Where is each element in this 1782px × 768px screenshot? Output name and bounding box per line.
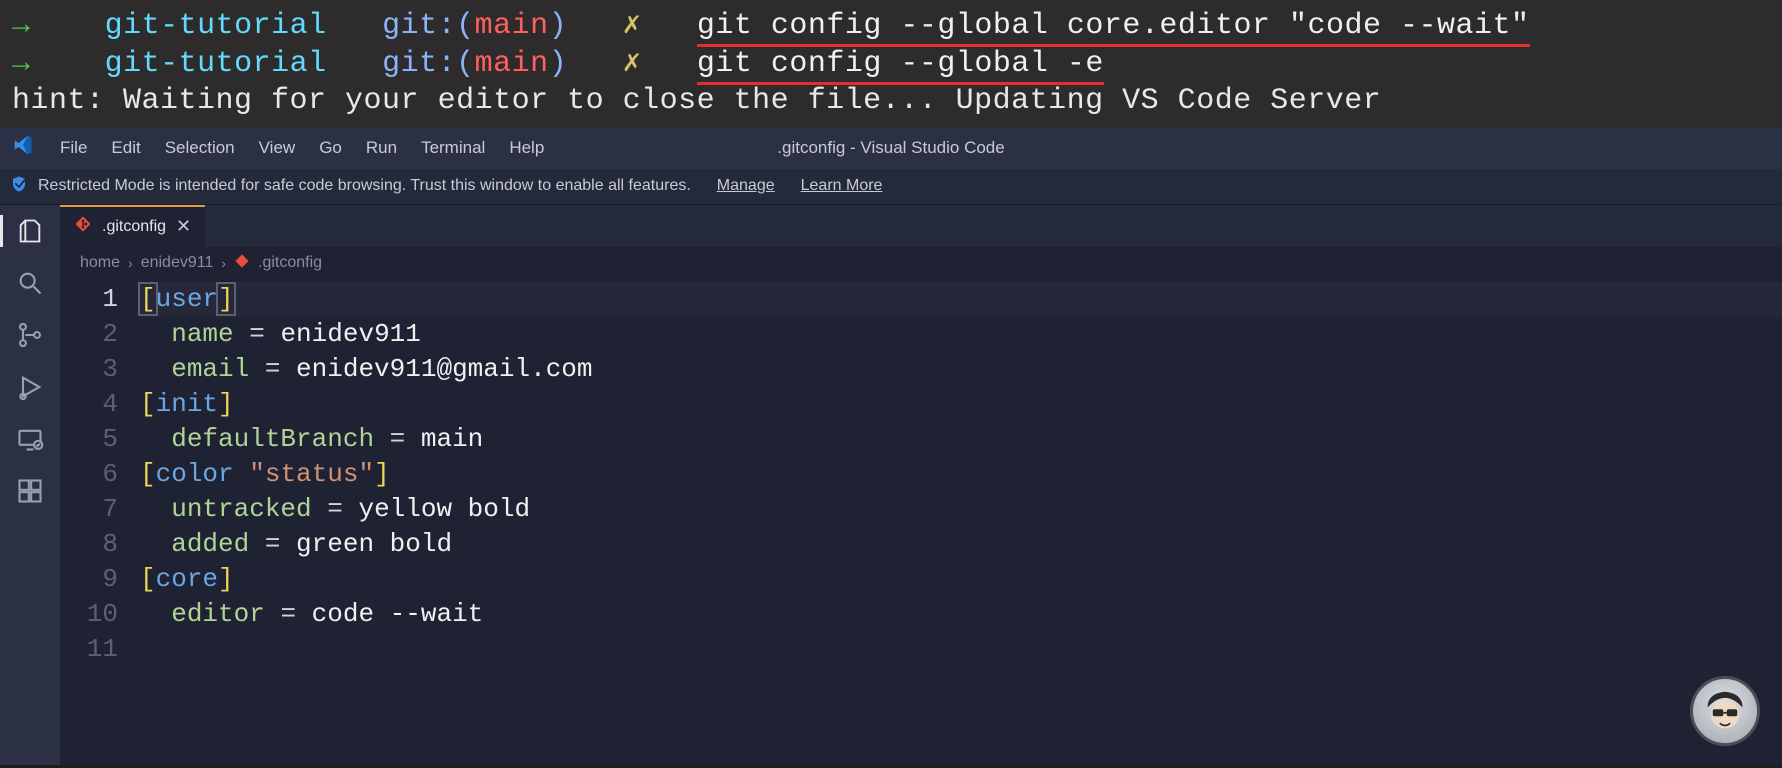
terminal[interactable]: → git-tutorial git:(main) ✗ git config -…	[0, 0, 1782, 127]
close-icon[interactable]: ✕	[176, 216, 191, 237]
run-debug-icon[interactable]	[16, 373, 44, 401]
prompt-branch: main	[475, 47, 549, 81]
tab-label: .gitconfig	[102, 218, 166, 236]
prompt-folder: git-tutorial	[105, 9, 327, 43]
code-line[interactable]: [init]	[140, 387, 1782, 422]
prompt-git-close: )	[549, 47, 568, 81]
breadcrumb[interactable]: home › enidev911 › .gitconfig	[60, 247, 1782, 280]
line-number: 6	[60, 457, 118, 492]
breadcrumb-seg-1[interactable]: enidev911	[141, 254, 214, 272]
prompt-arrow-icon: →	[12, 9, 31, 43]
menu-run[interactable]: Run	[354, 138, 409, 157]
line-number: 5	[60, 422, 118, 457]
chevron-right-icon: ›	[221, 255, 226, 271]
line-number-gutter: 1234567891011	[60, 282, 140, 667]
git-file-icon	[234, 253, 250, 274]
code-line[interactable]: email = enidev911@gmail.com	[140, 352, 1782, 387]
tab-bar: .gitconfig ✕	[60, 205, 1782, 247]
search-icon[interactable]	[16, 269, 44, 297]
line-number: 10	[60, 597, 118, 632]
terminal-command-1: git config --global core.editor "code --…	[697, 9, 1530, 47]
line-number: 11	[60, 632, 118, 667]
line-number: 7	[60, 492, 118, 527]
line-number: 3	[60, 352, 118, 387]
manage-link[interactable]: Manage	[717, 177, 775, 195]
code-line[interactable]: [core]	[140, 562, 1782, 597]
prompt-dirty-icon: ✗	[623, 9, 642, 43]
menu-edit[interactable]: Edit	[99, 138, 152, 157]
learn-more-link[interactable]: Learn More	[801, 177, 883, 195]
code-line[interactable]: untracked = yellow bold	[140, 492, 1782, 527]
menu-go[interactable]: Go	[307, 138, 354, 157]
prompt-git-close: )	[549, 9, 568, 43]
editor-area: .gitconfig ✕ home › enidev911 › .gitconf…	[60, 205, 1782, 765]
activity-bar	[0, 205, 60, 765]
prompt-git-label: git:(	[382, 9, 475, 43]
vscode-titlebar: FileEditSelectionViewGoRunTerminalHelp .…	[0, 127, 1782, 169]
code-line[interactable]: defaultBranch = main	[140, 422, 1782, 457]
banner-text: Restricted Mode is intended for safe cod…	[38, 177, 691, 195]
window-title: .gitconfig - Visual Studio Code	[777, 138, 1004, 158]
line-number: 8	[60, 527, 118, 562]
prompt-dirty-icon: ✗	[623, 47, 642, 81]
avatar[interactable]	[1690, 676, 1760, 746]
menu-file[interactable]: File	[48, 138, 99, 157]
explorer-icon[interactable]	[16, 217, 44, 245]
menubar: FileEditSelectionViewGoRunTerminalHelp	[48, 138, 556, 158]
menu-selection[interactable]: Selection	[153, 138, 247, 157]
restricted-mode-banner: Restricted Mode is intended for safe cod…	[0, 169, 1782, 205]
line-number: 1	[60, 282, 118, 317]
prompt-branch: main	[475, 9, 549, 43]
code-line[interactable]: added = green bold	[140, 527, 1782, 562]
vscode-logo-icon	[12, 134, 34, 161]
terminal-command-2: git config --global -e	[697, 47, 1104, 85]
remote-icon[interactable]	[16, 425, 44, 453]
terminal-line-1: → git-tutorial git:(main) ✗ git config -…	[12, 8, 1770, 46]
code-line[interactable]: [user]	[140, 282, 1782, 317]
vscode-body: .gitconfig ✕ home › enidev911 › .gitconf…	[0, 205, 1782, 765]
prompt-git-label: git:(	[382, 47, 475, 81]
breadcrumb-seg-0[interactable]: home	[80, 254, 120, 272]
line-number: 4	[60, 387, 118, 422]
code-content[interactable]: [user] name = enidev911 email = enidev91…	[140, 282, 1782, 667]
menu-help[interactable]: Help	[497, 138, 556, 157]
extensions-icon[interactable]	[16, 477, 44, 505]
chevron-right-icon: ›	[128, 255, 133, 271]
tab-gitconfig[interactable]: .gitconfig ✕	[60, 205, 205, 247]
line-number: 9	[60, 562, 118, 597]
prompt-arrow-icon: →	[12, 47, 31, 81]
menu-terminal[interactable]: Terminal	[409, 138, 497, 157]
terminal-hint: hint: Waiting for your editor to close t…	[12, 83, 1770, 121]
line-number: 2	[60, 317, 118, 352]
code-editor[interactable]: 1234567891011 [user] name = enidev911 em…	[60, 280, 1782, 667]
code-line[interactable]	[140, 632, 1782, 667]
code-line[interactable]: [color "status"]	[140, 457, 1782, 492]
prompt-folder: git-tutorial	[105, 47, 327, 81]
terminal-line-2: → git-tutorial git:(main) ✗ git config -…	[12, 46, 1770, 84]
git-file-icon	[74, 215, 92, 238]
menu-view[interactable]: View	[247, 138, 308, 157]
shield-icon	[10, 175, 28, 198]
breadcrumb-seg-2[interactable]: .gitconfig	[258, 254, 322, 272]
code-line[interactable]: name = enidev911	[140, 317, 1782, 352]
code-line[interactable]: editor = code --wait	[140, 597, 1782, 632]
source-control-icon[interactable]	[16, 321, 44, 349]
